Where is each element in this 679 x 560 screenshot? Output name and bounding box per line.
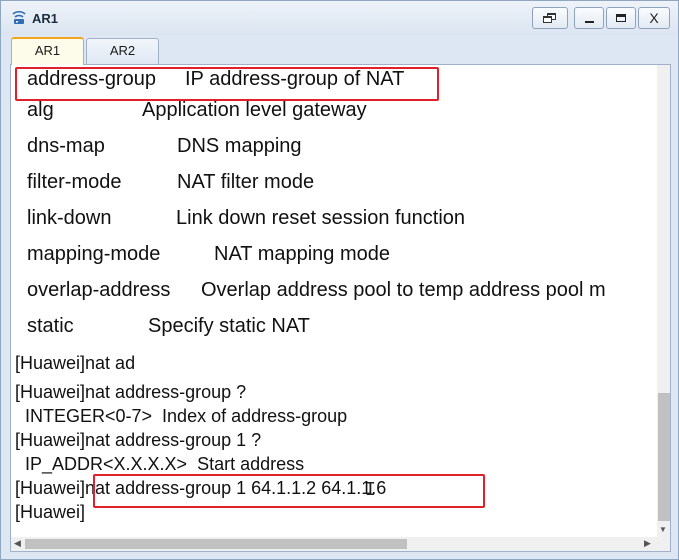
option-desc: Application level gateway xyxy=(142,99,367,121)
router-terminal-icon xyxy=(12,10,26,24)
minimize-icon xyxy=(584,21,594,23)
terminal-window: AR1 X AR1 AR2 address-group IP address-g… xyxy=(0,0,679,560)
option-cmd: link-down xyxy=(27,207,112,229)
scroll-down-icon[interactable]: ▼ xyxy=(659,525,667,534)
option-cmd: overlap-address xyxy=(27,279,171,301)
option-desc: DNS mapping xyxy=(177,135,302,157)
option-desc: Specify static NAT xyxy=(148,315,310,337)
console-line: INTEGER<0-7> Index of address-group xyxy=(15,406,348,426)
horizontal-scroll-thumb[interactable] xyxy=(25,539,407,549)
scrollbar-corner xyxy=(657,537,670,551)
scroll-right-icon[interactable]: ▶ xyxy=(644,538,651,549)
maximize-icon xyxy=(616,14,626,22)
option-cmd: alg xyxy=(27,99,54,121)
option-cmd: dns-map xyxy=(27,135,105,157)
console-line: [Huawei]nat address-group 1 ? xyxy=(15,430,262,450)
scroll-left-icon[interactable]: ◀ xyxy=(14,538,21,549)
title-bar[interactable]: AR1 X xyxy=(1,1,678,35)
close-icon: X xyxy=(649,10,659,26)
option-desc: Link down reset session function xyxy=(176,207,466,229)
restore-button[interactable] xyxy=(532,7,568,29)
option-desc: Overlap address pool to temp address poo… xyxy=(201,279,606,301)
option-cmd: static xyxy=(27,315,74,337)
window-title: AR1 xyxy=(32,11,59,26)
vertical-scrollbar[interactable]: ▼ xyxy=(657,65,670,537)
console-prompt: [Huawei] xyxy=(15,502,86,522)
option-cmd: filter-mode xyxy=(27,171,122,193)
maximize-button[interactable] xyxy=(606,7,636,29)
vertical-scroll-thumb[interactable] xyxy=(658,393,670,521)
option-desc: NAT filter mode xyxy=(177,171,315,193)
option-cmd: mapping-mode xyxy=(27,243,161,265)
tab-label: AR2 xyxy=(109,43,136,58)
horizontal-scrollbar[interactable]: ◀ ▶ xyxy=(11,537,657,551)
highlight-address-group xyxy=(15,67,439,101)
option-desc: NAT mapping mode xyxy=(214,243,391,265)
restore-icon xyxy=(543,12,557,24)
tab-ar1[interactable]: AR1 xyxy=(11,37,84,65)
tab-ar2[interactable]: AR2 xyxy=(86,38,159,64)
minimize-button[interactable] xyxy=(574,7,604,29)
highlight-nat-command xyxy=(93,474,485,508)
terminal-console[interactable]: address-group IP address-group of NAT al… xyxy=(10,64,671,552)
close-button[interactable]: X xyxy=(638,7,670,29)
console-line: IP_ADDR<X.X.X.X> Start address xyxy=(15,454,305,474)
tab-label: AR1 xyxy=(34,43,61,58)
console-line: [Huawei]nat ad xyxy=(15,353,136,373)
console-line: [Huawei]nat address-group ? xyxy=(15,382,247,402)
